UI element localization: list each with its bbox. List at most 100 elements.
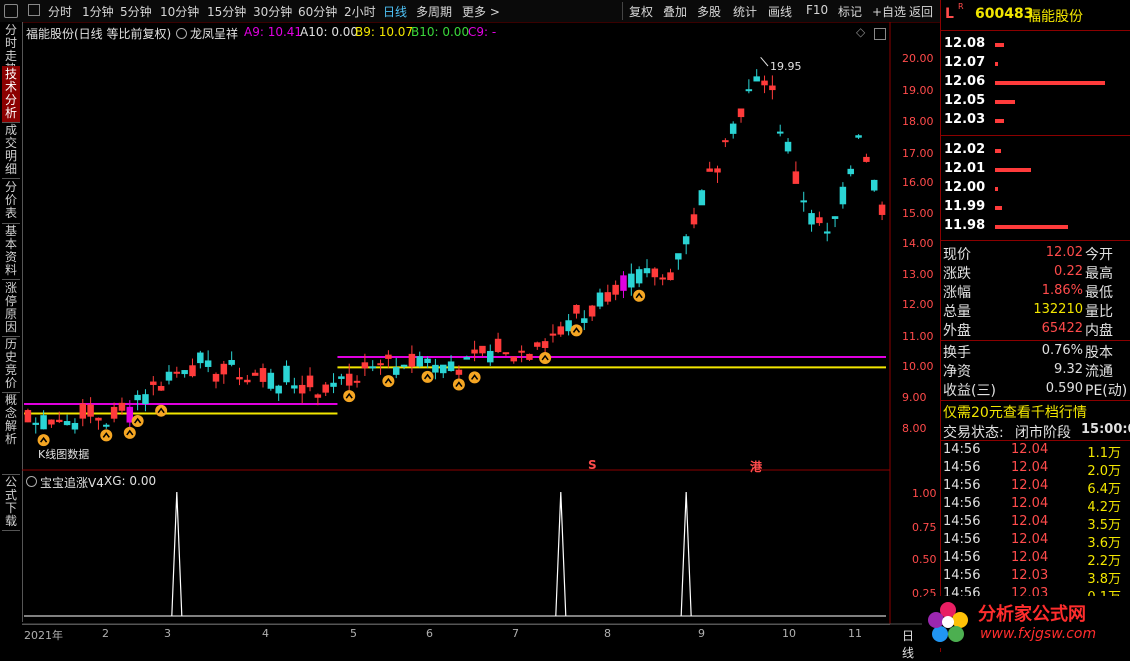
candle-body [361,362,369,369]
tick-row[interactable]: 14:56 12.03 3.8万 [941,568,1130,587]
candle-body [142,394,149,405]
candle-body [541,341,549,348]
candle-body [275,385,282,394]
sub-gear-icon[interactable] [26,476,37,487]
bid-row[interactable]: 11.98 [943,217,1129,236]
signal-up-icon [570,324,583,337]
candle-body [659,277,666,280]
candle-body [369,366,376,369]
candle-body [432,364,439,373]
status-value: 闭市阶段 [1015,425,1071,441]
sub-indicator-name[interactable]: 宝宝追涨V4 [40,474,104,491]
candle-body [228,360,235,365]
tick-row[interactable]: 14:56 12.04 1.1万 [941,442,1130,461]
watermark-logo: 分析家公式网 www.fxjgsw.com [922,596,1122,648]
x-tick: 2 [102,627,109,640]
candle-body [588,305,596,317]
candle-body [103,424,110,427]
y-tick: 10.00 [902,360,934,373]
stat-value: 1.86% [1041,283,1083,298]
signal-up-icon [343,390,356,403]
bid-row[interactable]: 12.01 [943,160,1129,179]
candle-body [212,373,220,382]
candle-body [847,168,854,175]
x-tick: 8 [604,627,611,640]
tick-row[interactable]: 14:56 12.04 6.4万 [941,478,1130,497]
watermark-url: www.fxjgsw.com [980,626,1097,642]
stat-value: 0.22 [1054,264,1083,279]
candle-body [40,415,47,430]
candle-body [220,363,228,375]
period-label[interactable]: 日线 [902,627,914,661]
candle-body [259,368,267,382]
bid-row[interactable]: 12.00 [943,179,1129,198]
candle-body [604,292,612,302]
ask-row[interactable]: 12.05 [943,92,1129,111]
ask-row[interactable]: 12.08 [943,35,1129,54]
watermark-brand: 分析家公式网 [978,604,1086,625]
stat-label: 股本 [1085,345,1113,361]
stat-value: 9.32 [1054,362,1083,377]
candle-body [118,402,126,411]
tick-row[interactable]: 14:56 12.04 4.2万 [941,496,1130,515]
kline-chart[interactable] [0,0,940,652]
candle-body [643,268,651,274]
ask-row[interactable]: 12.07 [943,54,1129,73]
candle-body [581,318,588,323]
candle-body [557,326,565,335]
x-tick: 6 [426,627,433,640]
y-tick: 14.00 [902,237,934,250]
candle-body [330,382,337,387]
candle-body [698,190,706,206]
candle-body [291,385,298,389]
sub-y-tick: 1.00 [912,487,937,500]
stat-label: 现价 [943,247,971,263]
candle-body [56,419,63,423]
candle-body [573,304,580,314]
tick-row[interactable]: 14:56 12.04 2.2万 [941,550,1130,569]
bid-row[interactable]: 12.02 [943,141,1129,160]
candle-body [244,379,251,383]
candle-body [424,358,431,363]
signal-up-icon [123,426,136,439]
ask-row[interactable]: 12.06 [943,73,1129,92]
candle-body [690,214,698,225]
bid-bar [995,225,1068,229]
signal-up-icon [633,289,646,302]
candle-body [596,292,604,307]
stat-value: 0.76% [1041,343,1083,358]
tick-row[interactable]: 14:56 12.04 3.6万 [941,532,1130,551]
x-tick: 10 [782,627,796,640]
bid-bar [995,168,1032,172]
status-time: 15:00:0 [1081,422,1130,437]
candle-body [463,356,470,360]
flag-l: L [945,6,954,22]
y-tick: 18.00 [902,115,934,128]
candle-body [612,284,619,295]
y-tick: 15.00 [902,207,934,220]
candle-body [150,381,157,385]
signal-spike [171,491,183,617]
ask-row[interactable]: 12.03 [943,111,1129,130]
promo-link[interactable]: 仅需20元查看千档行情 [943,402,1087,422]
x-tick: 7 [512,627,519,640]
y-tick: 8.00 [902,422,927,435]
stock-name: 福能股份 [1027,9,1083,25]
candle-body [628,273,635,288]
stat-label: 流通 [1085,364,1113,380]
divider [941,240,1130,241]
y-tick: 16.00 [902,176,934,189]
candle-body [706,168,713,172]
candle-body [620,275,627,291]
candle-body [769,85,776,91]
bid-row[interactable]: 11.99 [943,198,1129,217]
sub-y-tick: 0.50 [912,553,937,566]
stat-label: 总量 [943,304,971,320]
stat-label: 收益(三) [943,383,996,399]
candle-body [165,371,173,381]
stat-label: 内盘 [1085,323,1113,339]
candle-body [839,186,847,205]
tick-row[interactable]: 14:56 12.04 2.0万 [941,460,1130,479]
tick-row[interactable]: 14:56 12.04 3.5万 [941,514,1130,533]
stat-value: 12.02 [1045,245,1083,260]
